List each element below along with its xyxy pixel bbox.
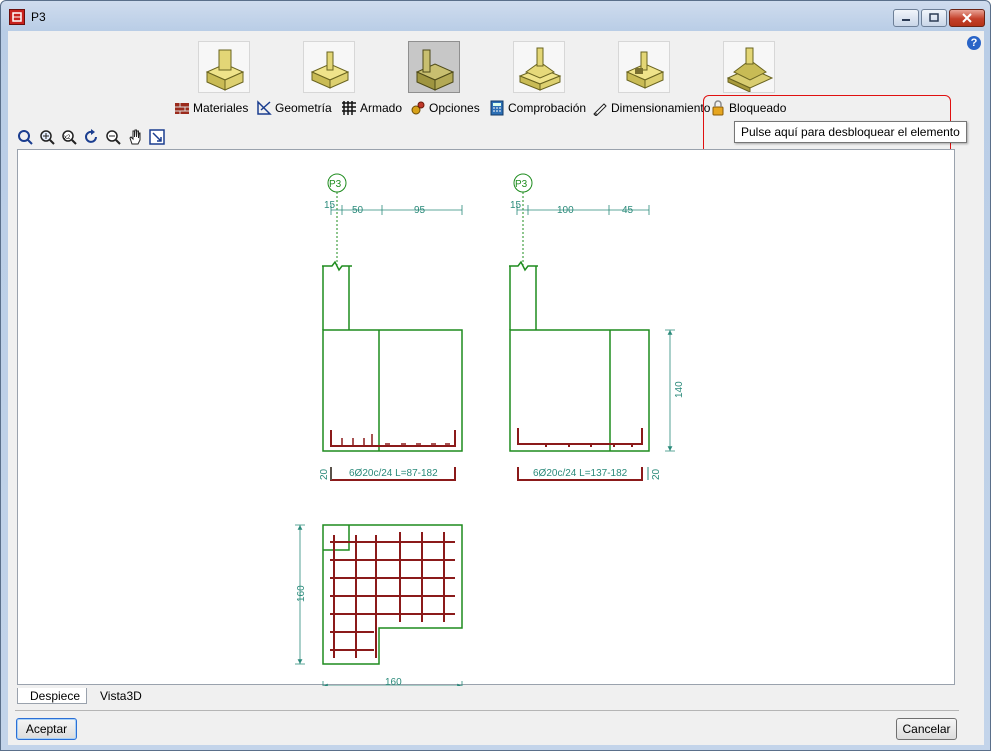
bar-label-right: 6Ø20c/24 L=137-182 bbox=[533, 468, 628, 479]
footing-type-4-button[interactable] bbox=[513, 41, 565, 93]
tab-label: Despiece bbox=[30, 689, 81, 703]
tab-label: Vista3D bbox=[100, 689, 142, 703]
zoom-x2-icon[interactable]: x2 bbox=[61, 129, 77, 145]
dim-right-20: 20 bbox=[651, 468, 662, 480]
footing-type-5-button[interactable] bbox=[618, 41, 670, 93]
footing-type-2-button[interactable] bbox=[303, 41, 355, 93]
dim-left-20: 20 bbox=[319, 468, 330, 480]
menu-label: Materiales bbox=[193, 101, 249, 115]
app-icon bbox=[9, 9, 25, 25]
gears-icon bbox=[411, 101, 425, 115]
dim-right-100: 100 bbox=[557, 205, 574, 216]
close-button[interactable] bbox=[949, 9, 985, 27]
calculator-icon bbox=[490, 100, 504, 116]
dim-left-15: 15 bbox=[324, 200, 336, 211]
view-toolbar: x2 bbox=[17, 127, 165, 147]
help-icon[interactable]: ? bbox=[967, 36, 981, 50]
select-window-icon[interactable] bbox=[149, 129, 165, 145]
dim-left-50: 50 bbox=[352, 205, 364, 216]
cancel-button[interactable]: Cancelar bbox=[896, 718, 957, 740]
set-square-icon bbox=[257, 100, 272, 115]
reinforcement-drawing: P3 15 50 95 6Ø20c/24 L=87-182 20 P3 15 1… bbox=[295, 173, 685, 686]
dim-plan-height: 160 bbox=[296, 585, 307, 602]
dim-left-95: 95 bbox=[414, 205, 426, 216]
footing-corner-icon bbox=[625, 51, 665, 89]
window-title: P3 bbox=[31, 10, 46, 24]
drawing-canvas[interactable]: P3 15 50 95 6Ø20c/24 L=87-182 20 P3 15 1… bbox=[17, 149, 955, 686]
maximize-button[interactable] bbox=[921, 9, 947, 27]
menu-armado[interactable]: Armado bbox=[341, 99, 402, 117]
redraw-icon[interactable] bbox=[83, 129, 99, 145]
dim-plan-width: 160 bbox=[385, 677, 402, 686]
accept-button[interactable]: Aceptar bbox=[16, 718, 77, 740]
footing-sloped-icon bbox=[726, 47, 774, 93]
footing-type-1-button[interactable] bbox=[198, 41, 250, 93]
menu-materiales[interactable]: Materiales bbox=[174, 99, 248, 117]
footing-type-6-button[interactable] bbox=[723, 41, 775, 93]
rebar-grid-icon bbox=[342, 101, 356, 115]
bricks-icon bbox=[175, 103, 189, 114]
dialog-window: P3 ? Materiales Geometría Armado Opcione… bbox=[0, 0, 991, 751]
menu-label: Opciones bbox=[429, 101, 480, 115]
zoom-out-icon[interactable] bbox=[105, 129, 121, 145]
left-elevation: P3 15 50 95 6Ø20c/24 L=87-182 20 bbox=[319, 173, 463, 481]
unlock-tooltip: Pulse aquí para desbloquear el elemento bbox=[734, 121, 967, 143]
menu-dimensionamiento[interactable]: Dimensionamiento bbox=[592, 99, 710, 117]
dim-right-45: 45 bbox=[622, 205, 634, 216]
pen-icon bbox=[593, 103, 607, 116]
zoom-all-icon[interactable] bbox=[17, 129, 33, 145]
minimize-button[interactable] bbox=[893, 9, 919, 27]
dim-right-140: 140 bbox=[674, 381, 685, 398]
close-icon bbox=[962, 13, 972, 23]
pan-hand-icon[interactable] bbox=[127, 129, 143, 145]
footing-isolated-icon bbox=[205, 49, 245, 91]
menu-label: Comprobación bbox=[508, 101, 587, 115]
bottom-separator bbox=[15, 710, 959, 711]
footing-type-3-button[interactable] bbox=[408, 41, 460, 93]
menu-label: Armado bbox=[360, 101, 403, 115]
footing-centered-icon bbox=[310, 51, 350, 89]
tab-vista3d[interactable]: Vista3D bbox=[88, 688, 158, 704]
zoom-window-icon[interactable] bbox=[39, 129, 55, 145]
bar-label-left: 6Ø20c/24 L=87-182 bbox=[349, 468, 438, 479]
column-label-left: P3 bbox=[329, 179, 342, 190]
restore-icon bbox=[929, 13, 939, 22]
menu-label: Geometría bbox=[275, 101, 332, 115]
menu-geometria[interactable]: Geometría bbox=[256, 99, 332, 117]
right-elevation: P3 15 100 45 140 6Ø20c/24 L=137-182 20 bbox=[509, 173, 685, 481]
menu-label: Dimensionamiento bbox=[611, 101, 711, 115]
menu-opciones[interactable]: Opciones bbox=[410, 99, 480, 117]
minimize-icon bbox=[902, 19, 910, 21]
column-label-right: P3 bbox=[515, 179, 528, 190]
dialog-client: ? Materiales Geometría Armado Opciones C… bbox=[8, 31, 984, 745]
tab-despiece[interactable]: Despiece bbox=[17, 688, 87, 704]
footing-pyramid-icon bbox=[518, 47, 562, 91]
dim-right-15: 15 bbox=[510, 200, 522, 211]
plan-view: 160 160 bbox=[295, 524, 463, 686]
svg-text:x2: x2 bbox=[64, 135, 71, 141]
title-bar[interactable]: P3 bbox=[1, 1, 990, 31]
menu-comprobacion[interactable]: Comprobación bbox=[489, 99, 586, 117]
footing-eccentric-icon bbox=[415, 49, 455, 91]
